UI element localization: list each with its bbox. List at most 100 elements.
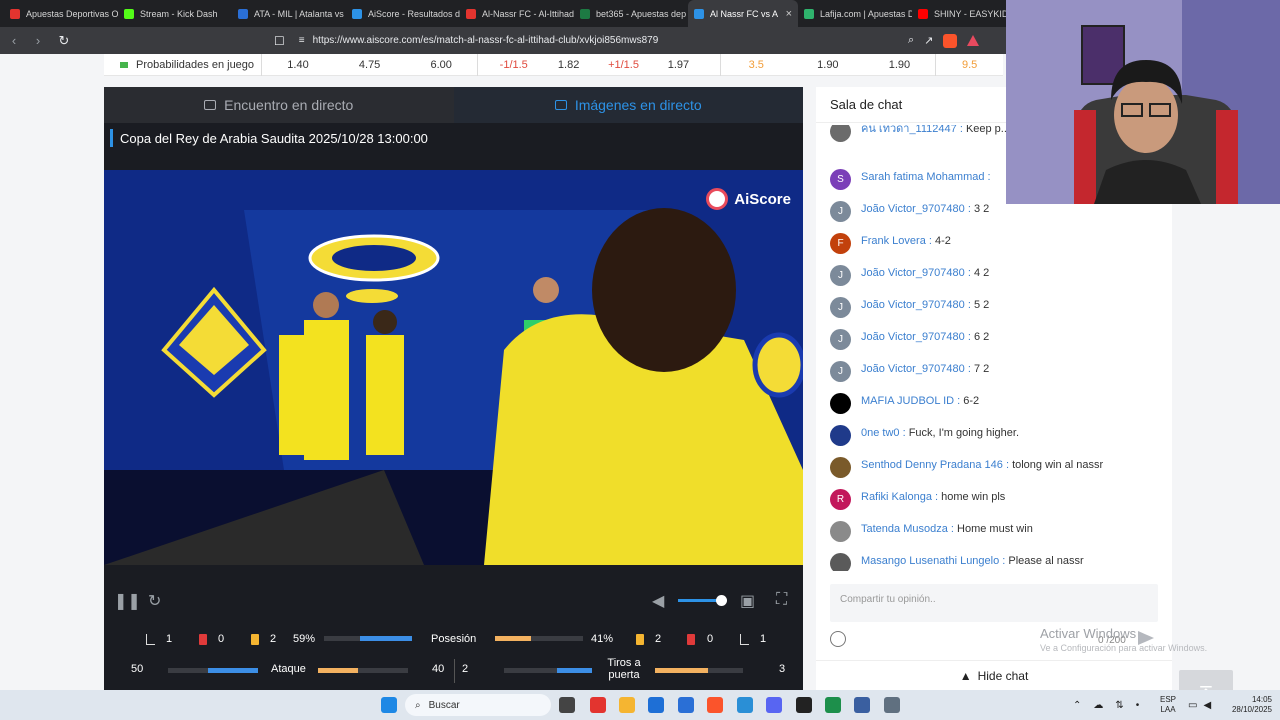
zoom-icon[interactable]: ⌕	[908, 34, 914, 47]
cloud-icon[interactable]: ☁	[1093, 700, 1103, 711]
chat-username[interactable]: João Victor_9707480	[861, 363, 965, 375]
chat-username[interactable]: João Victor_9707480	[861, 203, 965, 215]
bookmark-icon[interactable]: ☐	[274, 34, 285, 48]
avatar[interactable]: F	[830, 233, 851, 254]
reload-icon[interactable]: ↻	[54, 33, 74, 49]
aiscore-watermark: AiScore	[706, 188, 791, 210]
chevron-up-icon[interactable]: ⌃	[1073, 700, 1081, 711]
tray-icons: ▭ ◀	[1188, 690, 1211, 720]
volume-icon[interactable]: ◀	[652, 591, 664, 611]
picture-in-picture-icon[interactable]: ▣	[740, 591, 755, 611]
chat-username[interactable]: João Victor_9707480	[861, 267, 965, 279]
tab-live-images[interactable]: Imágenes en directo	[453, 87, 803, 123]
avatar[interactable]: J	[830, 265, 851, 286]
chat-username[interactable]: Rafiki Kalonga	[861, 491, 932, 503]
calculator-icon[interactable]	[854, 697, 870, 713]
home-attack-fill	[208, 668, 258, 673]
brave-shields-icon[interactable]	[943, 33, 958, 48]
fullscreen-icon[interactable]: ⛶	[776, 591, 787, 609]
avatar[interactable]: J	[830, 201, 851, 222]
away-yellow-cards: 2	[655, 633, 662, 645]
odds-value[interactable]: 1.82	[550, 59, 588, 71]
odds-value[interactable]: 1.90	[792, 59, 864, 71]
forward-icon[interactable]: ›	[28, 33, 48, 48]
app-icon[interactable]	[590, 697, 606, 713]
odds-value[interactable]: 4.75	[334, 59, 406, 71]
chat-input[interactable]: Compartir tu opinión..	[830, 584, 1158, 622]
windows-start-icon[interactable]	[381, 697, 397, 713]
app-icon[interactable]	[737, 697, 753, 713]
chat-message: F Frank Lovera : 4-2	[830, 233, 1160, 254]
volume-slider-handle[interactable]	[716, 595, 727, 606]
microphone-icon[interactable]: •	[1136, 700, 1140, 711]
pause-icon[interactable]: ❚❚	[114, 591, 141, 611]
chat-separator: :	[947, 523, 958, 535]
chat-username[interactable]: Tatenda Musodza	[861, 523, 948, 535]
avatar[interactable]	[830, 393, 851, 414]
avatar[interactable]	[830, 457, 851, 478]
language-indicator[interactable]: ESP LAA	[1160, 690, 1176, 720]
share-icon[interactable]: ↗	[924, 34, 933, 47]
app-icon[interactable]	[825, 697, 841, 713]
browser-tab[interactable]: Al-Nassr FC - Al-Ittihad	[460, 0, 574, 27]
browser-tab[interactable]: Apuestas Deportivas O	[4, 0, 118, 27]
chat-username[interactable]: MAFIA JUDBOL ID	[861, 395, 954, 407]
odds-value[interactable]: 1.90	[864, 59, 936, 71]
aiscore-logo-icon	[706, 188, 729, 210]
browser-tab[interactable]: Al Nassr FC vs A ×	[688, 0, 798, 27]
clock[interactable]: 14:05 28/10/2025	[1222, 690, 1272, 720]
video-player[interactable]: AiScore	[104, 170, 803, 565]
file-explorer-icon[interactable]	[619, 697, 635, 713]
avatar[interactable]	[830, 553, 851, 571]
hide-chat-button[interactable]: ▲ Hide chat	[816, 660, 1172, 690]
site-info-icon[interactable]: ≡	[299, 35, 305, 46]
odds-value[interactable]: 1.40	[262, 59, 334, 71]
chat-username[interactable]: คน เทวดา_1112447	[861, 125, 957, 135]
browser-tab[interactable]: Stream - Kick Dash	[118, 0, 232, 27]
browser-tab[interactable]: AiScore - Resultados d	[346, 0, 460, 27]
avatar[interactable]	[830, 125, 851, 142]
close-tab-icon[interactable]: ×	[786, 8, 792, 20]
search-icon: ⌕	[415, 699, 421, 711]
browser-tab[interactable]: Lafija.com | Apuestas D	[798, 0, 912, 27]
odds-value[interactable]: 1.97	[659, 59, 697, 71]
odds-corner-line: 9.5	[961, 58, 978, 71]
avatar[interactable]: J	[830, 329, 851, 350]
avatar[interactable]	[830, 521, 851, 542]
avatar[interactable]: J	[830, 361, 851, 382]
chat-username[interactable]: Masango Lusenathi Lungelo	[861, 555, 999, 567]
brave-icon[interactable]	[707, 697, 723, 713]
chat-username[interactable]: João Victor_9707480	[861, 331, 965, 343]
speaker-icon[interactable]: ◀	[1203, 700, 1211, 711]
volume-slider[interactable]	[678, 599, 720, 602]
settings-icon[interactable]	[884, 697, 900, 713]
browser-tab[interactable]: ATA - MIL | Atalanta vs	[232, 0, 346, 27]
back-icon[interactable]: ‹	[4, 33, 24, 48]
chat-username[interactable]: Sarah fatima Mohammad	[861, 171, 985, 183]
home-shots-bar	[504, 668, 592, 673]
avatar[interactable]: J	[830, 297, 851, 318]
chat-username[interactable]: 0ne tw0	[861, 427, 900, 439]
odds-value[interactable]: 6.00	[405, 59, 477, 71]
monitor-icon[interactable]: ▭	[1188, 700, 1197, 711]
avatar[interactable]	[830, 425, 851, 446]
chat-text: 7 2	[973, 363, 990, 375]
refresh-icon[interactable]: ↻	[148, 591, 161, 611]
emoji-icon[interactable]	[830, 631, 846, 647]
taskbar-search[interactable]: ⌕ Buscar	[405, 694, 551, 716]
store-icon[interactable]	[648, 697, 664, 713]
brave-rewards-icon[interactable]	[967, 35, 980, 46]
avatar[interactable]: R	[830, 489, 851, 510]
chat-username[interactable]: Frank Lovera	[861, 235, 926, 247]
chat-username[interactable]: João Victor_9707480	[861, 299, 965, 311]
avatar[interactable]: S	[830, 169, 851, 190]
task-view-icon[interactable]	[559, 697, 575, 713]
app-icon[interactable]	[678, 697, 694, 713]
discord-icon[interactable]	[766, 697, 782, 713]
network-icon[interactable]: ⇅	[1115, 700, 1123, 711]
browser-tab[interactable]: bet365 - Apuestas dep	[574, 0, 688, 27]
chat-username[interactable]: Senthod Denny Pradana 146	[861, 459, 1003, 471]
address-bar[interactable]: ≡ https://www.aiscore.com/es/match-al-na…	[299, 35, 659, 46]
app-icon[interactable]	[796, 697, 812, 713]
tab-live-match[interactable]: Encuentro en directo	[104, 87, 454, 123]
